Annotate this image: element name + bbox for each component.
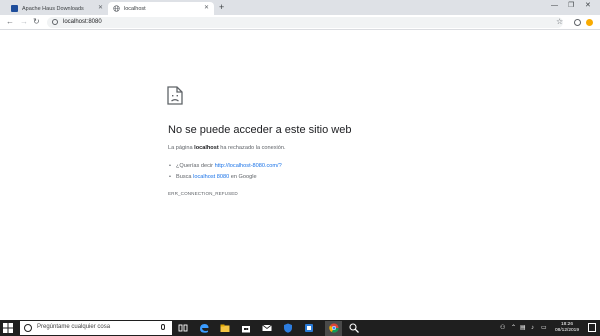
- error-desc-prefix: La página: [168, 145, 193, 151]
- suggestion-item: Busca localhost 8080 en Google: [169, 174, 257, 180]
- tab-title: localhost: [124, 5, 146, 12]
- tab-title: Apache Haus Downloads: [22, 5, 84, 12]
- restore-button[interactable]: ❐: [568, 1, 574, 11]
- error-code: ERR_CONNECTION_REFUSED: [168, 191, 238, 196]
- suggestion-text: en Google: [230, 174, 257, 180]
- url-text[interactable]: localhost:8080: [63, 19, 102, 25]
- bookmark-star-icon[interactable]: ☆: [556, 17, 563, 27]
- tab-bar: Apache Haus Downloads ✕ localhost ✕ + — …: [0, 0, 600, 15]
- suggestion-link[interactable]: localhost 8080: [193, 174, 229, 180]
- task-view-icon[interactable]: [178, 323, 188, 333]
- extension-icon[interactable]: [586, 19, 593, 26]
- forward-button[interactable]: →: [20, 17, 28, 27]
- chrome-icon[interactable]: [329, 323, 339, 333]
- windows-start-icon[interactable]: [3, 323, 13, 333]
- mail-icon[interactable]: [262, 323, 272, 333]
- sad-document-icon: [167, 86, 183, 105]
- tab-localhost[interactable]: localhost ✕: [108, 2, 214, 15]
- minimize-button[interactable]: —: [551, 1, 558, 11]
- app-icon[interactable]: [304, 323, 314, 333]
- reload-button[interactable]: ↻: [33, 17, 40, 27]
- browser-toolbar: ← → ↻ localhost:8080 ☆: [0, 15, 600, 30]
- apache-favicon-icon: [11, 5, 18, 12]
- suggestion-text: Busca: [176, 174, 192, 180]
- network-icon[interactable]: ▤: [520, 324, 526, 332]
- file-explorer-icon[interactable]: [220, 323, 230, 333]
- show-hidden-icons-chevron-icon[interactable]: ⌃: [511, 324, 516, 332]
- windows-taskbar: Pregúntame cualquier cosa ⚇ ⌃ ▤ ♪ ▭ 18:2…: [0, 320, 600, 336]
- error-desc-suffix: ha rechazado la conexión.: [220, 145, 286, 151]
- action-center-icon[interactable]: [588, 323, 596, 332]
- profile-avatar-icon[interactable]: [574, 19, 581, 26]
- microphone-icon[interactable]: [161, 324, 165, 330]
- error-description: La página localhost ha rechazado la cone…: [168, 145, 286, 151]
- info-icon[interactable]: [52, 19, 58, 25]
- store-icon[interactable]: [241, 323, 251, 333]
- volume-icon[interactable]: ♪: [531, 324, 534, 332]
- magnifier-icon[interactable]: [349, 323, 359, 333]
- cortana-icon: [24, 324, 32, 332]
- new-tab-button[interactable]: +: [219, 2, 224, 12]
- edge-icon[interactable]: [199, 323, 209, 333]
- people-icon[interactable]: ⚇: [500, 324, 505, 332]
- system-clock[interactable]: 18:26 08/12/2019: [552, 322, 582, 334]
- globe-icon: [113, 5, 120, 12]
- error-desc-host: localhost: [194, 145, 219, 151]
- back-button[interactable]: ←: [6, 17, 14, 27]
- close-tab-icon[interactable]: ✕: [204, 4, 209, 11]
- suggestion-text: ¿Querías decir: [176, 163, 213, 169]
- taskbar-search[interactable]: Pregúntame cualquier cosa: [20, 321, 172, 335]
- address-bar[interactable]: localhost:8080: [47, 17, 563, 28]
- suggestion-item: ¿Querías decir http://localhost-8080.com…: [169, 163, 282, 169]
- search-placeholder: Pregúntame cualquier cosa: [37, 324, 111, 330]
- tab-apache-haus[interactable]: Apache Haus Downloads ✕: [6, 2, 108, 15]
- clock-date: 08/12/2019: [554, 328, 579, 333]
- close-tab-icon[interactable]: ✕: [98, 4, 103, 11]
- close-window-button[interactable]: ✕: [585, 1, 591, 11]
- battery-icon[interactable]: ▭: [541, 324, 547, 332]
- suggestion-link[interactable]: http://localhost-8080.com/?: [215, 163, 282, 169]
- error-title: No se puede acceder a este sitio web: [168, 124, 352, 136]
- security-shield-icon[interactable]: [283, 323, 293, 333]
